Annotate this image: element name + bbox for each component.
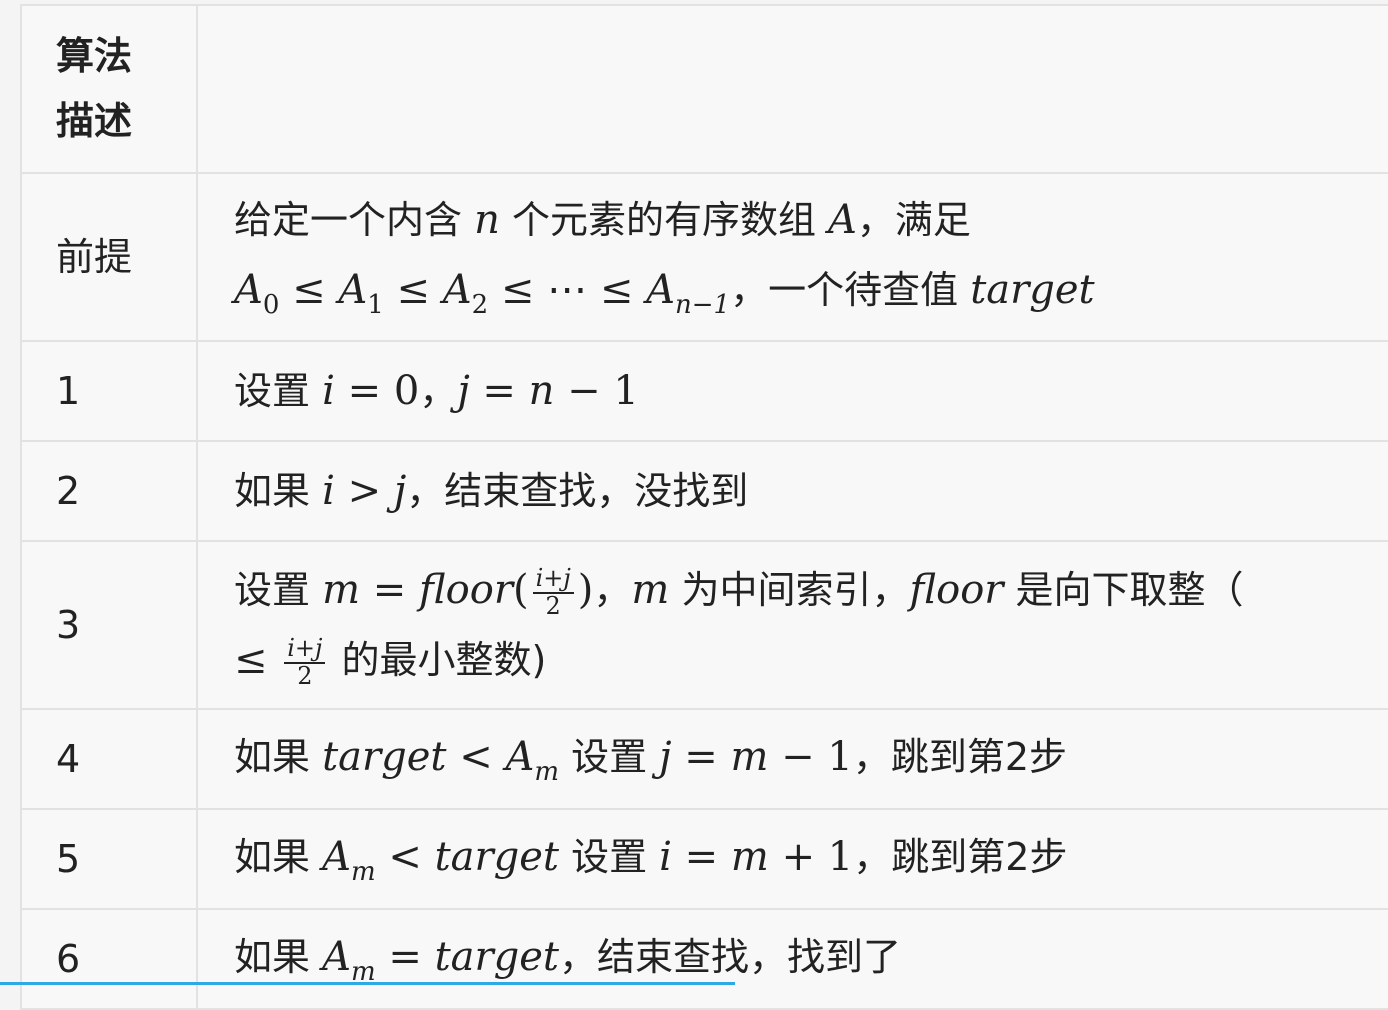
row-description: 如果 target < Am 设置 j = m − 1，跳到第2步 xyxy=(196,708,1388,810)
row-label: 3 xyxy=(20,540,198,710)
row-label: 1 xyxy=(20,340,198,442)
row-description: 如果 Am = target，结束查找，找到了 xyxy=(196,908,1388,1010)
table-row-premise: 前提 给定一个内含 n 个元素的有序数组 A，满足 A0 ≤ A1 ≤ A2 ≤… xyxy=(20,172,1388,342)
fraction-i-plus-j-over-2: i+j 2 xyxy=(532,566,574,618)
page-margin xyxy=(0,0,20,986)
table-header-row: 算法 描述 xyxy=(20,4,1388,174)
table-row-step-3: 3 设置 m = floor(i+j 2)，m 为中间索引，floor 是向下取整… xyxy=(20,540,1388,710)
table-row-step-4: 4 如果 target < Am 设置 j = m − 1，跳到第2步 xyxy=(20,708,1388,810)
table-row-step-6: 6 如果 Am = target，结束查找，找到了 xyxy=(20,908,1388,1010)
row-label: 4 xyxy=(20,708,198,810)
table-row-step-2: 2 如果 i > j，结束查找，没找到 xyxy=(20,440,1388,542)
algorithm-table: 算法 描述 前提 给定一个内含 n 个元素的有序数组 A，满足 A0 ≤ A1 … xyxy=(20,4,1388,1010)
header-col-algorithm-description: 算法 描述 xyxy=(20,4,198,174)
fraction-i-plus-j-over-2: i+j 2 xyxy=(284,636,326,688)
row-description: 如果 i > j，结束查找，没找到 xyxy=(196,440,1388,542)
header-col1-line2: 描述 xyxy=(56,99,133,143)
row-description: 给定一个内含 n 个元素的有序数组 A，满足 A0 ≤ A1 ≤ A2 ≤ ⋯ … xyxy=(196,172,1388,342)
header-col-content xyxy=(196,4,1388,174)
premise-line1: 给定一个内含 n 个元素的有序数组 A，满足 xyxy=(234,197,971,244)
table-row-step-5: 5 如果 Am < target 设置 i = m + 1，跳到第2步 xyxy=(20,808,1388,910)
step3-line2: ≤ i+j 2 的最小整数) xyxy=(234,634,547,690)
row-description: 如果 Am < target 设置 i = m + 1，跳到第2步 xyxy=(196,808,1388,910)
accent-progress-line xyxy=(0,982,735,985)
row-label: 5 xyxy=(20,808,198,910)
row-description: 设置 i = 0，j = n − 1 xyxy=(196,340,1388,442)
row-label: 6 xyxy=(20,908,198,1010)
table-row-step-1: 1 设置 i = 0，j = n − 1 xyxy=(20,340,1388,442)
premise-line2: A0 ≤ A1 ≤ A2 ≤ ⋯ ≤ An−1，一个待查值 target xyxy=(234,267,1095,321)
header-col1-line1: 算法 xyxy=(56,34,133,79)
row-description: 设置 m = floor(i+j 2)，m 为中间索引，floor 是向下取整（ … xyxy=(196,540,1388,710)
row-label: 前提 xyxy=(20,172,198,342)
row-label: 2 xyxy=(20,440,198,542)
step3-line1: 设置 m = floor(i+j 2)，m 为中间索引，floor 是向下取整（ xyxy=(234,564,1244,620)
